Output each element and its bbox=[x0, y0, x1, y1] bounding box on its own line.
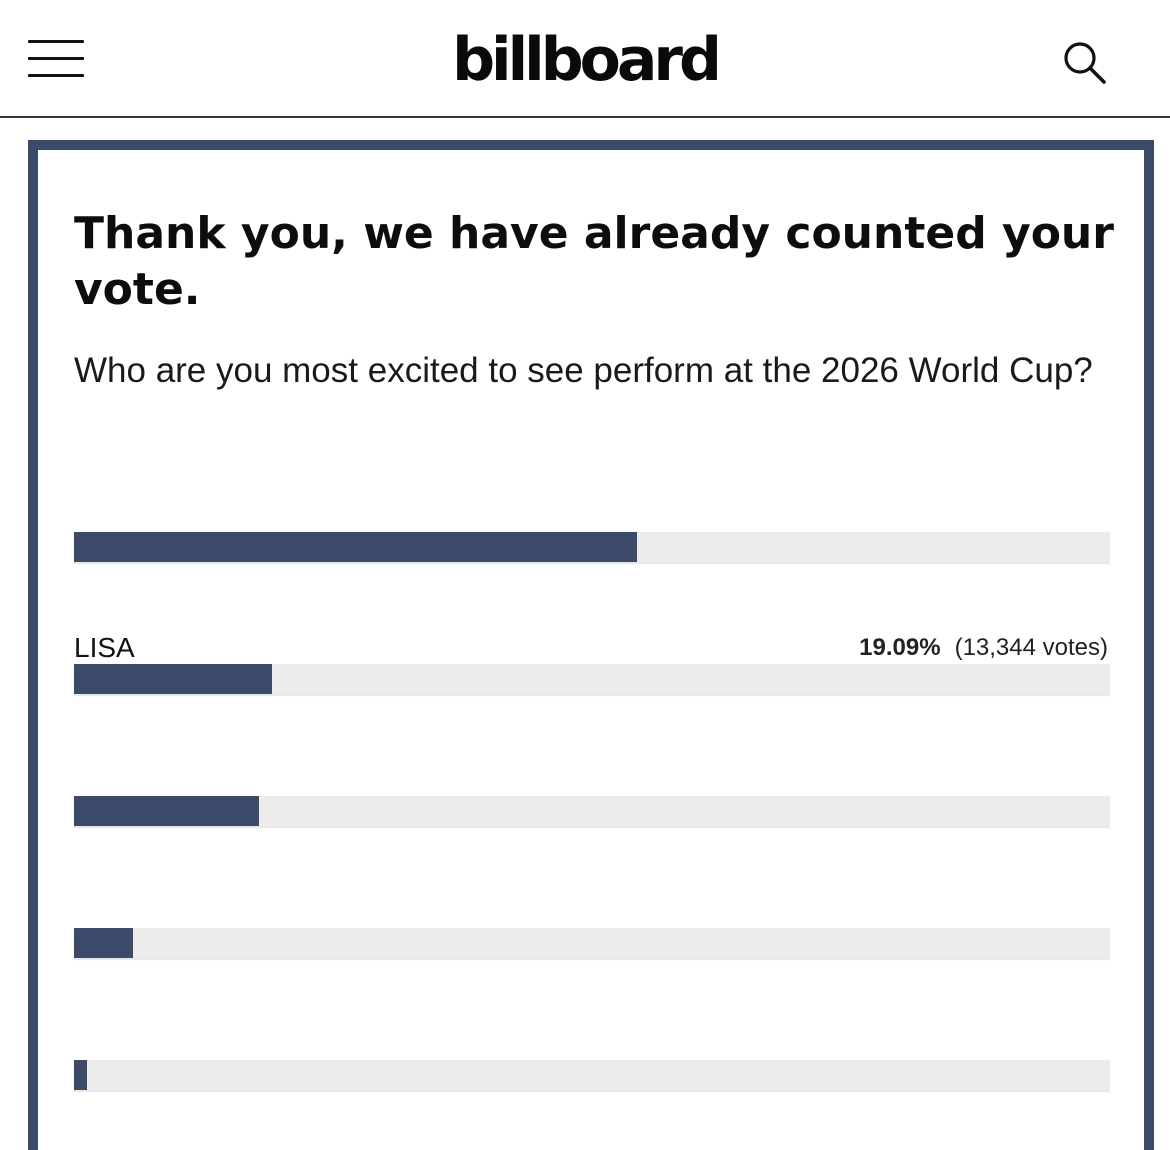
poll-result-bar-track bbox=[74, 796, 1110, 826]
poll-option-stats bbox=[1094, 894, 1108, 930]
poll-result-bar-fill bbox=[74, 664, 272, 694]
poll-option bbox=[74, 1026, 1110, 1126]
poll-question: Who are you most excited to see perform … bbox=[74, 351, 1093, 390]
poll-result-bar-fill bbox=[74, 928, 134, 958]
poll-option-lisa: LISA 19.09% (13,344 votes) bbox=[74, 630, 1110, 730]
billboard-logo[interactable]: billboard bbox=[0, 22, 1170, 98]
poll-result-bar-fill bbox=[74, 532, 637, 562]
search-icon[interactable] bbox=[1060, 38, 1108, 86]
poll-result-bar-track bbox=[74, 1060, 1110, 1090]
poll-option-percent: 19.09% bbox=[859, 634, 941, 661]
poll-option-stats bbox=[1094, 762, 1108, 798]
poll-option-votes: (13,344 votes) bbox=[954, 634, 1108, 661]
poll-option-label: LISA bbox=[74, 632, 135, 663]
poll-result-bar-track bbox=[74, 928, 1110, 958]
site-header: billboard bbox=[0, 0, 1170, 118]
poll-option-stats bbox=[1094, 1026, 1108, 1062]
poll-result-bar-track bbox=[74, 532, 1110, 562]
poll-result-bar-fill bbox=[74, 1060, 88, 1090]
poll-card: Thank you, we have already counted your … bbox=[28, 140, 1154, 1150]
poll-option bbox=[74, 498, 1110, 598]
poll-option bbox=[74, 894, 1110, 994]
poll-result-bar-fill bbox=[74, 796, 260, 826]
poll-result-bar-track bbox=[74, 664, 1110, 694]
poll-option-stats: 19.09% (13,344 votes) bbox=[859, 630, 1108, 666]
poll-option bbox=[74, 762, 1110, 862]
poll-option-stats bbox=[1094, 498, 1108, 534]
poll-thank-you-headline: Thank you, we have already counted your … bbox=[74, 208, 1114, 315]
